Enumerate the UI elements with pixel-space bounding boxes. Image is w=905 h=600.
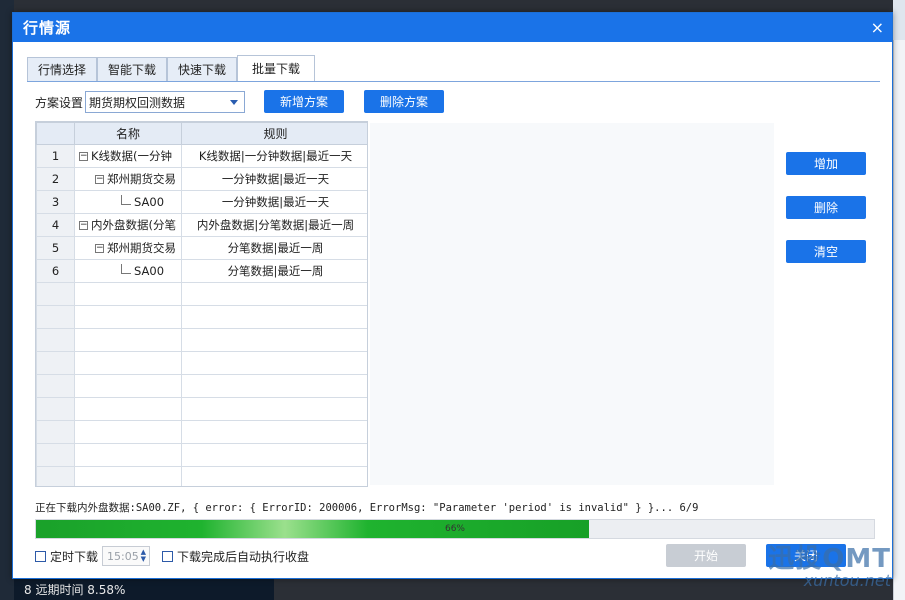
row-rule: 内外盘数据|分笔数据|最近一周 bbox=[181, 213, 367, 237]
tab-market-select[interactable]: 行情选择 bbox=[27, 57, 98, 82]
row-name-text: 郑州期货交易 bbox=[107, 172, 176, 186]
detail-panel bbox=[370, 123, 774, 485]
collapse-icon[interactable]: − bbox=[79, 221, 88, 230]
row-name: − 内外盘数据(分笔 bbox=[74, 213, 182, 237]
row-number: 4 bbox=[36, 213, 75, 237]
grid-header-row: 名称 规则 bbox=[36, 122, 367, 145]
bottom-options: 定时下载 15:05 ▲ ▼ 下载完成后自动执行收盘 bbox=[35, 546, 309, 566]
tab-smart-download[interactable]: 智能下载 bbox=[97, 57, 168, 82]
table-row[interactable]: 6 SA00 分笔数据|最近一周 bbox=[36, 259, 367, 283]
plan-label: 方案设置 bbox=[35, 95, 84, 110]
tab-bar: 行情选择 智能下载 快速下载 批量下载 bbox=[27, 55, 316, 82]
dialog-titlebar[interactable]: 行情源 × bbox=[13, 13, 892, 42]
plan-select-value: 期货期权回测数据 bbox=[89, 95, 186, 110]
plan-select[interactable]: 期货期权回测数据 bbox=[85, 91, 246, 113]
status-text: 正在下载内外盘数据:SA00.ZF, { error: { ErrorID: 2… bbox=[35, 502, 699, 514]
collapse-icon[interactable]: − bbox=[95, 244, 104, 253]
plan-row: 方案设置 期货期权回测数据 bbox=[35, 91, 246, 113]
row-name: SA00 bbox=[74, 259, 182, 283]
auto-close-checkbox[interactable] bbox=[162, 550, 174, 562]
tab-divider bbox=[27, 81, 880, 82]
clear-button[interactable]: 清空 bbox=[786, 240, 866, 263]
start-button[interactable]: 开始 bbox=[666, 544, 746, 567]
time-input[interactable]: 15:05 ▲ ▼ bbox=[102, 546, 151, 566]
empty-row bbox=[36, 351, 367, 375]
row-name-text: K线数据(一分钟 bbox=[91, 149, 173, 163]
empty-row bbox=[36, 328, 367, 352]
add-plan-button[interactable]: 新增方案 bbox=[264, 90, 344, 113]
auto-close-label: 下载完成后自动执行收盘 bbox=[177, 549, 310, 564]
delete-plan-button[interactable]: 删除方案 bbox=[364, 90, 444, 113]
empty-row bbox=[36, 374, 367, 398]
row-rule: 一分钟数据|最近一天 bbox=[181, 167, 367, 191]
table-row[interactable]: 4 − 内外盘数据(分笔 内外盘数据|分笔数据|最近一周 bbox=[36, 213, 367, 237]
tab-quick-download[interactable]: 快速下载 bbox=[167, 57, 238, 82]
empty-row bbox=[36, 305, 367, 329]
table-row[interactable]: 1 − K线数据(一分钟 K线数据|一分钟数据|最近一天 bbox=[36, 144, 367, 168]
row-number: 1 bbox=[36, 144, 75, 168]
tab-batch-download[interactable]: 批量下载 bbox=[237, 55, 316, 82]
tree-leaf-icon bbox=[121, 195, 131, 205]
empty-row bbox=[36, 420, 367, 444]
watermark-brand: 迅投QMT bbox=[768, 544, 891, 574]
collapse-icon[interactable]: − bbox=[79, 152, 88, 161]
close-icon[interactable]: × bbox=[871, 18, 884, 37]
row-number: 6 bbox=[36, 259, 75, 283]
table-row[interactable]: 2 − 郑州期货交易 一分钟数据|最近一天 bbox=[36, 167, 367, 191]
time-value: 15:05 bbox=[107, 549, 139, 563]
plan-grid: 名称 规则 1 − K线数据(一分钟 K线数据|一分钟数据|最近一天 2 − 郑州期… bbox=[35, 121, 368, 487]
empty-row bbox=[36, 282, 367, 306]
grid-header-num bbox=[36, 122, 75, 145]
row-name: − 郑州期货交易 bbox=[74, 236, 182, 260]
row-name-text: 内外盘数据(分笔 bbox=[91, 218, 176, 232]
row-name: − 郑州期货交易 bbox=[74, 167, 182, 191]
table-row[interactable]: 5 − 郑州期货交易 分笔数据|最近一周 bbox=[36, 236, 367, 260]
row-name: SA00 bbox=[74, 190, 182, 214]
progress-bar: 66% bbox=[35, 519, 875, 539]
grid-header-rule[interactable]: 规则 bbox=[181, 122, 367, 145]
collapse-icon[interactable]: − bbox=[95, 175, 104, 184]
row-rule: 分笔数据|最近一周 bbox=[181, 259, 367, 283]
delete-button[interactable]: 删除 bbox=[786, 196, 866, 219]
empty-row bbox=[36, 443, 367, 467]
tree-leaf-icon bbox=[121, 264, 131, 274]
row-rule: 一分钟数据|最近一天 bbox=[181, 190, 367, 214]
row-name-text: SA00 bbox=[134, 264, 165, 278]
grid-header-name[interactable]: 名称 bbox=[74, 122, 182, 145]
timer-download-checkbox[interactable] bbox=[35, 550, 46, 562]
timer-download-label: 定时下载 bbox=[50, 549, 99, 564]
row-number: 5 bbox=[36, 236, 75, 260]
market-source-dialog: 行情源 × 行情选择 智能下载 快速下载 批量下载 方案设置 期货期权回测数据 … bbox=[12, 12, 893, 579]
progress-label: 66% bbox=[444, 524, 465, 534]
empty-row bbox=[36, 466, 367, 486]
table-row[interactable]: 3 SA00 一分钟数据|最近一天 bbox=[36, 190, 367, 214]
watermark-logo: 迅投QMT xuntou.net bbox=[768, 538, 891, 590]
dialog-title: 行情源 bbox=[23, 19, 72, 37]
chevron-down-icon bbox=[230, 100, 239, 105]
row-rule: K线数据|一分钟数据|最近一天 bbox=[181, 144, 367, 168]
empty-row bbox=[36, 397, 367, 421]
background-right-header bbox=[893, 0, 905, 40]
row-rule: 分笔数据|最近一周 bbox=[181, 236, 367, 260]
spinner-icon[interactable]: ▲ ▼ bbox=[141, 549, 146, 563]
row-name-text: 郑州期货交易 bbox=[107, 241, 176, 255]
row-name: − K线数据(一分钟 bbox=[74, 144, 182, 168]
row-number: 3 bbox=[36, 190, 75, 214]
add-button[interactable]: 增加 bbox=[786, 152, 866, 175]
background-right-panel bbox=[893, 0, 905, 600]
row-name-text: SA00 bbox=[134, 195, 165, 209]
row-number: 2 bbox=[36, 167, 75, 191]
background-bottom-text: 8 远期时间 8.58% bbox=[24, 583, 126, 597]
